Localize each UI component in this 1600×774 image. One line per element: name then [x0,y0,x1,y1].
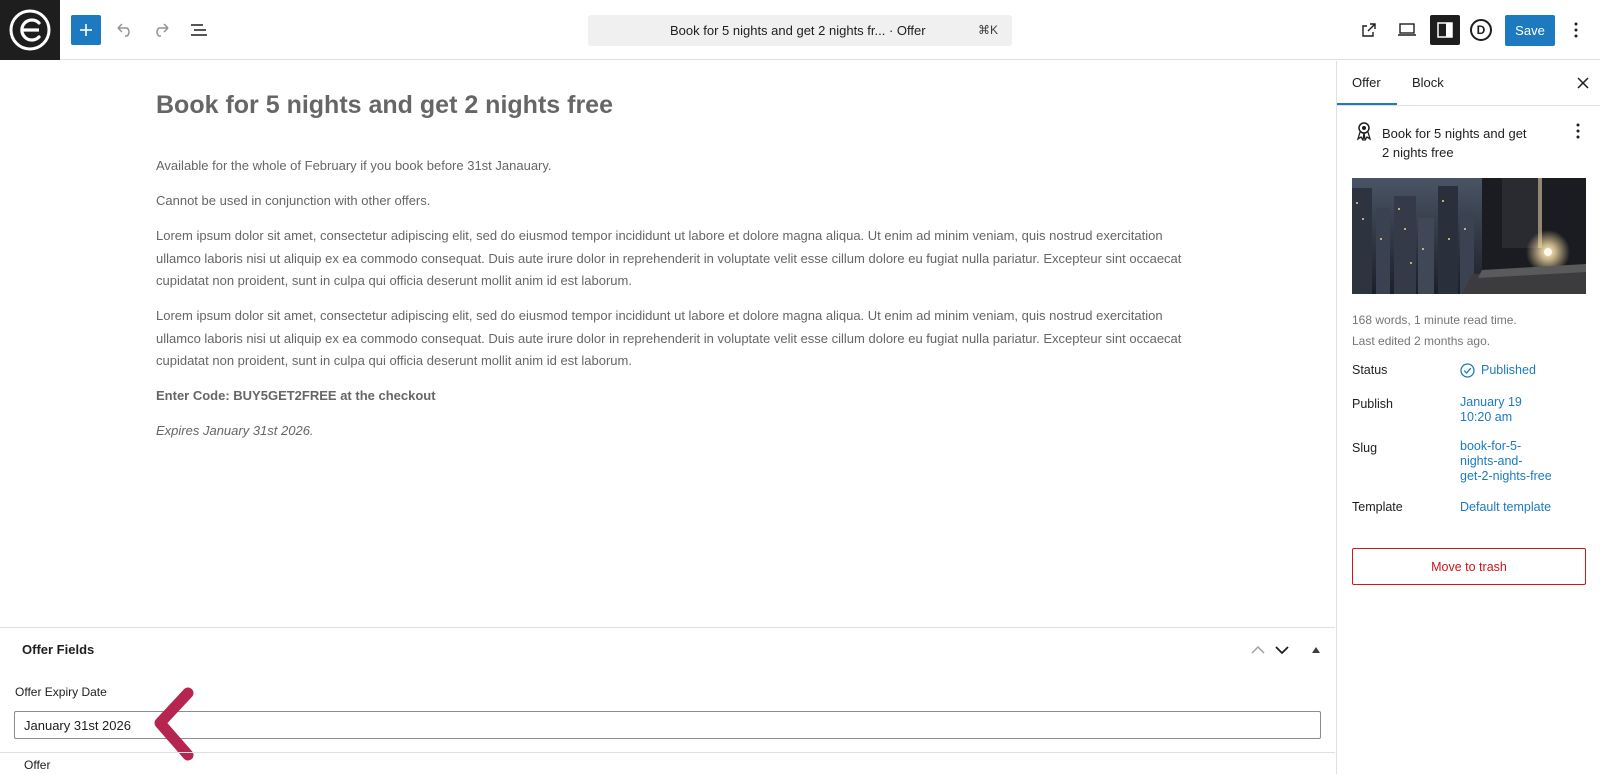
settings-sidebar: Offer Block Book for 5 nights and get 2 … [1336,61,1600,774]
award-icon [1356,122,1372,141]
close-sidebar-button[interactable] [1573,73,1593,93]
paragraph-block[interactable]: Available for the whole of February if y… [156,155,1186,178]
hotel-room-image [1352,178,1586,294]
chevron-up-icon [1251,645,1265,654]
document-actions-button[interactable] [1569,121,1587,141]
template-label: Template [1352,500,1403,514]
chevron-down-icon [1275,646,1289,655]
undo-icon [117,23,130,37]
block-breadcrumb-bar: Offer [0,752,1335,774]
offer-fields-panel: Offer Fields Offer Expiry Date [0,627,1335,752]
save-button[interactable]: Save [1505,15,1555,46]
slug-line: book-for-5- [1460,439,1522,453]
caret-up-icon [1312,647,1320,653]
tabs-divider [1337,105,1600,106]
publish-time: 10:20 am [1460,410,1513,424]
featured-image[interactable] [1352,178,1586,294]
editor-header: Book for 5 nights and get 2 nights fr...… [0,0,1600,60]
view-post-button[interactable] [1354,15,1384,45]
move-to-trash-button[interactable]: Move to trash [1352,548,1586,585]
post-content[interactable]: Available for the whole of February if y… [156,155,1186,455]
command-palette-bar[interactable]: Book for 5 nights and get 2 nights fr...… [588,15,1012,46]
publish-label: Publish [1352,397,1393,411]
offer-expiry-input[interactable] [14,711,1321,739]
preview-button[interactable] [1392,15,1422,45]
published-check-icon [1460,363,1475,378]
external-link-icon [1362,23,1376,37]
offer-expiry-label: Offer Expiry Date [15,685,107,699]
plus-icon [80,24,92,36]
d-plugin-button[interactable]: D [1466,15,1496,45]
move-up-button[interactable] [1248,640,1268,660]
list-view-icon [191,24,207,36]
word-count-text: 168 words, 1 minute read time. [1352,313,1517,327]
publish-date-button[interactable]: January 19 10:20 am [1460,395,1522,425]
post-title[interactable]: Book for 5 nights and get 2 nights free [156,91,613,120]
expiry-paragraph[interactable]: Expires January 31st 2026. [156,420,1186,443]
status-value: Published [1481,363,1536,377]
meta-box-title: Offer Fields [22,642,95,657]
more-vertical-icon [1574,22,1578,38]
promo-code-paragraph[interactable]: Enter Code: BUY5GET2FREE at the checkout [156,385,1186,408]
redo-icon [156,23,169,37]
document-overview-button[interactable] [184,15,214,45]
document-title-bar: Book for 5 nights and get 2 nights fr...… [670,23,926,38]
paragraph-block[interactable]: Cannot be used in conjunction with other… [156,190,1186,213]
last-edited-text: Last edited 2 months ago. [1352,334,1491,348]
move-down-button[interactable] [1272,640,1292,660]
editor-logo-icon[interactable] [0,0,60,60]
publish-date: January 19 [1460,395,1522,409]
editor-canvas[interactable]: Book for 5 nights and get 2 nights free … [0,61,1335,627]
breadcrumb-item[interactable]: Offer [24,758,50,772]
paragraph-block[interactable]: Lorem ipsum dolor sit amet, consectetur … [156,225,1186,293]
paragraph-block[interactable]: Lorem ipsum dolor sit amet, consectetur … [156,305,1186,373]
status-value-button[interactable]: Published [1460,363,1536,378]
d-label: D [1470,19,1492,41]
sidebar-toggle-icon [1437,22,1453,38]
redo-button[interactable] [146,15,176,45]
template-button[interactable]: Default template [1460,500,1551,515]
options-menu-button[interactable] [1563,15,1589,45]
document-title: Book for 5 nights and get 2 nights free [1382,126,1527,160]
status-label: Status [1352,363,1388,377]
settings-toggle-button[interactable] [1430,15,1460,45]
desktop-preview-icon [1398,23,1416,36]
slug-button[interactable]: book-for-5- nights-and- get-2-nights-fre… [1460,439,1552,484]
slug-label: Slug [1352,441,1378,455]
more-vertical-icon [1576,123,1580,139]
undo-button[interactable] [110,15,140,45]
document-meta: 168 words, 1 minute read time. Last edit… [1352,310,1517,352]
slug-line: get-2-nights-free [1460,469,1552,483]
add-block-button[interactable] [71,15,101,45]
toggle-panel-button[interactable] [1306,640,1326,660]
slug-line: nights-and- [1460,454,1523,468]
tab-offer[interactable]: Offer [1352,75,1381,90]
tab-block[interactable]: Block [1412,75,1444,90]
keyboard-shortcut: ⌘K [977,23,998,37]
close-icon [1577,77,1589,89]
